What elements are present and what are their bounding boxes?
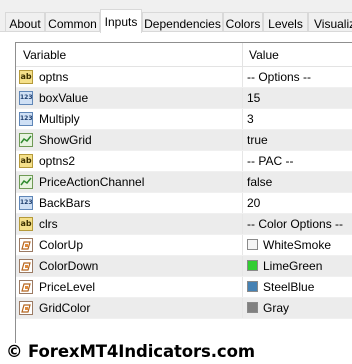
table-row[interactable]: ab optns2 -- PAC -- [16, 151, 352, 172]
variable-name: boxValue [39, 91, 89, 105]
column-header-value[interactable]: Value [249, 48, 279, 62]
integer-123-icon: 123 [19, 112, 33, 126]
variable-value[interactable]: SteelBlue [263, 280, 314, 294]
string-ab-icon: ab [19, 154, 33, 168]
variable-value[interactable]: Gray [263, 301, 289, 315]
table-row[interactable]: 123 boxValue 15 [16, 88, 352, 109]
variable-value[interactable]: LimeGreen [263, 259, 322, 273]
column-divider[interactable] [242, 43, 243, 66]
color-icon [19, 259, 33, 273]
variable-name: ShowGrid [39, 133, 92, 147]
color-swatch[interactable] [247, 260, 258, 271]
color-icon [19, 301, 33, 315]
string-ab-icon: ab [19, 217, 33, 231]
inputs-panel: Variable Value ab optns -- Options -- 123 bo… [0, 32, 352, 364]
table-row[interactable]: PriceActionChannel false [16, 172, 352, 193]
variable-value[interactable]: 15 [247, 91, 260, 105]
variable-name: PriceLevel [39, 280, 96, 294]
integer-123-icon: 123 [19, 91, 33, 105]
cell-divider [242, 277, 243, 297]
variable-name: ColorDown [39, 259, 99, 273]
cell-divider [242, 256, 243, 276]
variable-value[interactable]: -- PAC -- [247, 154, 293, 168]
variable-name: GridColor [39, 301, 91, 315]
boolean-icon [19, 175, 33, 189]
cell-divider [242, 88, 243, 108]
table-header: Variable Value [16, 43, 352, 67]
cell-divider [242, 151, 243, 171]
cell-divider [242, 235, 243, 255]
variable-value[interactable]: -- Color Options -- [247, 217, 343, 231]
tab-common[interactable]: Common [45, 12, 100, 32]
table-row[interactable]: ab clrs -- Color Options -- [16, 214, 352, 235]
inputs-table: Variable Value ab optns -- Options -- 123 bo… [15, 42, 352, 343]
cell-divider [242, 130, 243, 150]
cell-divider [242, 298, 243, 318]
table-row[interactable]: ShowGrid true [16, 130, 352, 151]
variable-value[interactable]: 3 [247, 112, 254, 126]
table-row[interactable]: ColorDown LimeGreen [16, 256, 352, 277]
variable-value[interactable]: true [247, 133, 268, 147]
column-header-variable[interactable]: Variable [23, 48, 66, 62]
watermark-text: © ForexMT4Indicators.com [6, 342, 255, 361]
variable-name: BackBars [39, 196, 91, 210]
cell-divider [242, 172, 243, 192]
table-row[interactable]: 123 Multiply 3 [16, 109, 352, 130]
variable-name: Multiply [39, 112, 80, 126]
color-swatch[interactable] [247, 281, 258, 292]
tab-levels[interactable]: Levels [263, 12, 308, 32]
variable-value[interactable]: WhiteSmoke [263, 238, 331, 252]
tab-inputs[interactable]: Inputs [100, 9, 142, 33]
cell-divider [242, 193, 243, 213]
variable-value[interactable]: 20 [247, 196, 260, 210]
variable-name: optns2 [39, 154, 76, 168]
color-icon [19, 280, 33, 294]
cell-divider [242, 67, 243, 87]
variable-value[interactable]: -- Options -- [247, 70, 311, 84]
cell-divider [242, 109, 243, 129]
tab-dependencies[interactable]: Dependencies [142, 12, 223, 32]
table-row[interactable]: 123 BackBars 20 [16, 193, 352, 214]
table-row[interactable]: PriceLevel SteelBlue [16, 277, 352, 298]
color-icon [19, 238, 33, 252]
color-swatch[interactable] [247, 302, 258, 313]
tab-about[interactable]: About [5, 12, 45, 32]
variable-name: clrs [39, 217, 58, 231]
tab-colors[interactable]: Colors [223, 12, 263, 32]
table-row[interactable]: ab optns -- Options -- [16, 67, 352, 88]
color-swatch[interactable] [247, 239, 258, 250]
table-row[interactable]: ColorUp WhiteSmoke [16, 235, 352, 256]
tab-bar: About Common Inputs Dependencies Colors … [0, 0, 352, 33]
table-row[interactable]: GridColor Gray [16, 298, 352, 319]
boolean-icon [19, 133, 33, 147]
variable-name: ColorUp [39, 238, 84, 252]
variable-name: optns [39, 70, 69, 84]
variable-name: PriceActionChannel [39, 175, 145, 189]
cell-divider [242, 214, 243, 234]
variable-value[interactable]: false [247, 175, 272, 189]
string-ab-icon: ab [19, 70, 33, 84]
table-body: ab optns -- Options -- 123 boxValue 15 123 Mult… [16, 67, 352, 319]
tab-visualization[interactable]: Visualiza [308, 12, 352, 32]
integer-123-icon: 123 [19, 196, 33, 210]
